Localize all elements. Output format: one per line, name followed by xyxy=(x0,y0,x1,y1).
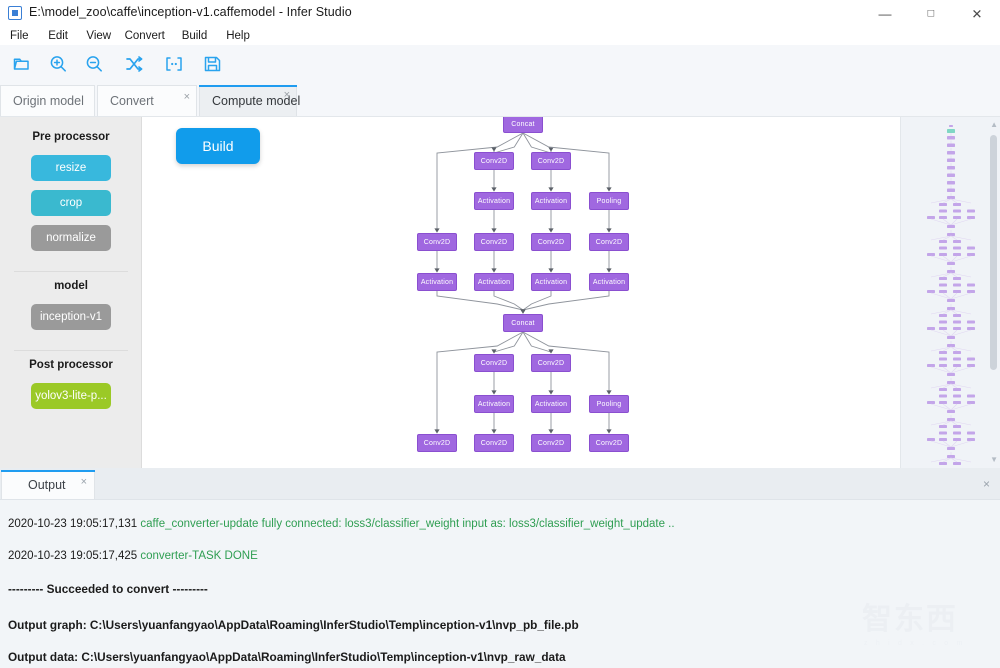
sidebar-divider xyxy=(14,350,128,351)
minimap-graph xyxy=(901,117,1000,468)
log-message: caffe_converter-update fully connected: … xyxy=(140,518,674,530)
log-line: Output graph: C:\Users\yuanfangyao\AppDa… xyxy=(8,618,579,632)
menu-item-build[interactable]: Build xyxy=(177,27,213,45)
sidebar-chip-crop[interactable]: crop xyxy=(31,190,111,216)
tab-label: Convert xyxy=(110,94,154,108)
title-bar: E:\model_zoo\caffe\inception-v1.caffemod… xyxy=(0,0,1000,28)
graph-node-conv2d[interactable]: Conv2D xyxy=(417,233,457,251)
graph-node-activation[interactable]: Activation xyxy=(531,395,571,413)
graph-node-conv2d[interactable]: Conv2D xyxy=(474,233,514,251)
sidebar-chip-yolov3-lite-p-[interactable]: yolov3-lite-p... xyxy=(31,383,111,409)
shuffle-icon[interactable] xyxy=(116,49,152,79)
tab-origin-model[interactable]: Origin model xyxy=(0,85,95,117)
log-line: --------- Succeeded to convert --------- xyxy=(8,582,208,596)
graph-node-conv2d[interactable]: Conv2D xyxy=(531,233,571,251)
close-icon: ✕ xyxy=(972,7,983,20)
output-tab-strip: Output × × xyxy=(0,468,1000,500)
graph-minimap[interactable]: ▲ ▼ xyxy=(900,117,1000,468)
application-window: E:\model_zoo\caffe\inception-v1.caffemod… xyxy=(0,0,1000,668)
graph-node-conv2d[interactable]: Conv2D xyxy=(589,233,629,251)
log-timestamp: 2020-10-23 19:05:17,131 xyxy=(8,518,137,530)
graph-node-conv2d[interactable]: Conv2D xyxy=(474,152,514,170)
toolbar xyxy=(0,45,1000,83)
menu-item-help[interactable]: Help xyxy=(221,27,255,45)
log-line: 2020-10-23 19:05:17,425 converter-TASK D… xyxy=(8,550,258,562)
tab-output[interactable]: Output × xyxy=(1,470,95,500)
menu-item-convert[interactable]: Convert xyxy=(120,27,170,45)
log-line: Output data: C:\Users\yuanfangyao\AppDat… xyxy=(8,650,566,664)
graph-node-conv2d[interactable]: Conv2D xyxy=(474,354,514,372)
log-timestamp: 2020-10-23 19:05:17,425 xyxy=(8,550,137,562)
tab-close-icon[interactable]: × xyxy=(184,92,190,103)
open-folder-icon[interactable] xyxy=(4,49,40,79)
close-button[interactable]: ✕ xyxy=(954,0,1000,27)
menu-bar: File Edit ViewConvert Build Help xyxy=(0,27,1000,45)
output-tab-label: Output xyxy=(28,478,66,492)
window-title: E:\model_zoo\caffe\inception-v1.caffemod… xyxy=(29,5,352,19)
sidebar-section-title: Pre processor xyxy=(0,131,142,143)
zoom-out-icon[interactable] xyxy=(76,49,112,79)
menu-item-file[interactable]: File xyxy=(5,27,34,45)
watermark-subtext: z h i d x . c o m xyxy=(864,640,965,647)
tab-label: Origin model xyxy=(13,94,84,108)
graph-node-pooling[interactable]: Pooling xyxy=(589,192,629,210)
output-log[interactable]: 2020-10-23 19:05:17,131 caffe_converter-… xyxy=(0,500,1000,668)
graph-node-conv2d[interactable]: Conv2D xyxy=(474,434,514,452)
maximize-button[interactable]: □ xyxy=(908,0,954,27)
sidebar-chip-normalize[interactable]: normalize xyxy=(31,225,111,251)
tab-close-icon[interactable]: × xyxy=(284,90,290,101)
zoom-in-icon[interactable] xyxy=(40,49,76,79)
graph-node-conv2d[interactable]: Conv2D xyxy=(417,434,457,452)
sidebar-chip-inception-v1[interactable]: inception-v1 xyxy=(31,304,111,330)
tab-convert[interactable]: Convert × xyxy=(97,85,197,117)
graph-node-pooling[interactable]: Pooling xyxy=(589,395,629,413)
graph-node-conv2d[interactable]: Conv2D xyxy=(589,434,629,452)
graph-node-conv2d[interactable]: Conv2D xyxy=(531,152,571,170)
graph-node-concat[interactable]: Concat xyxy=(503,117,543,133)
graph-node-activation[interactable]: Activation xyxy=(474,273,514,291)
minimize-button[interactable]: — xyxy=(862,0,908,27)
log-message: Output data: C:\Users\yuanfangyao\AppDat… xyxy=(8,650,566,664)
graph-node-conv2d[interactable]: Conv2D xyxy=(531,434,571,452)
graph-node-activation[interactable]: Activation xyxy=(474,395,514,413)
editor-tab-strip: Origin modelConvert×Compute model× xyxy=(0,82,1000,117)
output-panel: Output × × 2020-10-23 19:05:17,131 caffe… xyxy=(0,468,1000,668)
tab-compute-model[interactable]: Compute model× xyxy=(199,85,297,117)
graph-node-concat[interactable]: Concat xyxy=(503,314,543,332)
watermark-text: 智东西 xyxy=(862,600,982,640)
graph-edges xyxy=(142,117,900,468)
sidebar-section-title: model xyxy=(0,280,142,292)
graph-node-activation[interactable]: Activation xyxy=(417,273,457,291)
fit-width-icon[interactable] xyxy=(156,49,192,79)
log-line: 2020-10-23 19:05:17,131 caffe_converter-… xyxy=(8,518,675,530)
sidebar-section-title: Post processor xyxy=(0,359,142,371)
output-tab-close-icon[interactable]: × xyxy=(81,477,87,488)
output-panel-close-icon[interactable]: × xyxy=(983,478,990,490)
graph-node-activation[interactable]: Activation xyxy=(474,192,514,210)
graph-node-activation[interactable]: Activation xyxy=(531,192,571,210)
menu-item-view[interactable]: View xyxy=(81,27,116,45)
save-icon[interactable] xyxy=(194,49,230,79)
log-message: Output graph: C:\Users\yuanfangyao\AppDa… xyxy=(8,618,579,632)
log-message: converter-TASK DONE xyxy=(140,550,257,562)
sidebar-chip-resize[interactable]: resize xyxy=(31,155,111,181)
graph-canvas[interactable]: Build ConcatConv2DConv2DActivationActiva… xyxy=(142,117,900,468)
log-message: --------- Succeeded to convert --------- xyxy=(8,582,208,596)
app-icon xyxy=(8,6,22,20)
graph-node-activation[interactable]: Activation xyxy=(531,273,571,291)
minimap-scroll-down-icon[interactable]: ▼ xyxy=(990,456,998,464)
sidebar-divider xyxy=(14,271,128,272)
graph-node-activation[interactable]: Activation xyxy=(589,273,629,291)
graph-node-conv2d[interactable]: Conv2D xyxy=(531,354,571,372)
minimap-scroll-up-icon[interactable]: ▲ xyxy=(990,121,998,129)
pipeline-sidebar: Pre processor resize crop normalize model inc… xyxy=(0,117,142,468)
minimize-icon: — xyxy=(879,7,892,20)
minimap-scrollbar-thumb[interactable] xyxy=(990,135,997,370)
menu-item-edit[interactable]: Edit xyxy=(43,27,73,45)
watermark: 智东西 z h i d x . c o m xyxy=(862,600,982,658)
maximize-icon: □ xyxy=(928,8,935,19)
